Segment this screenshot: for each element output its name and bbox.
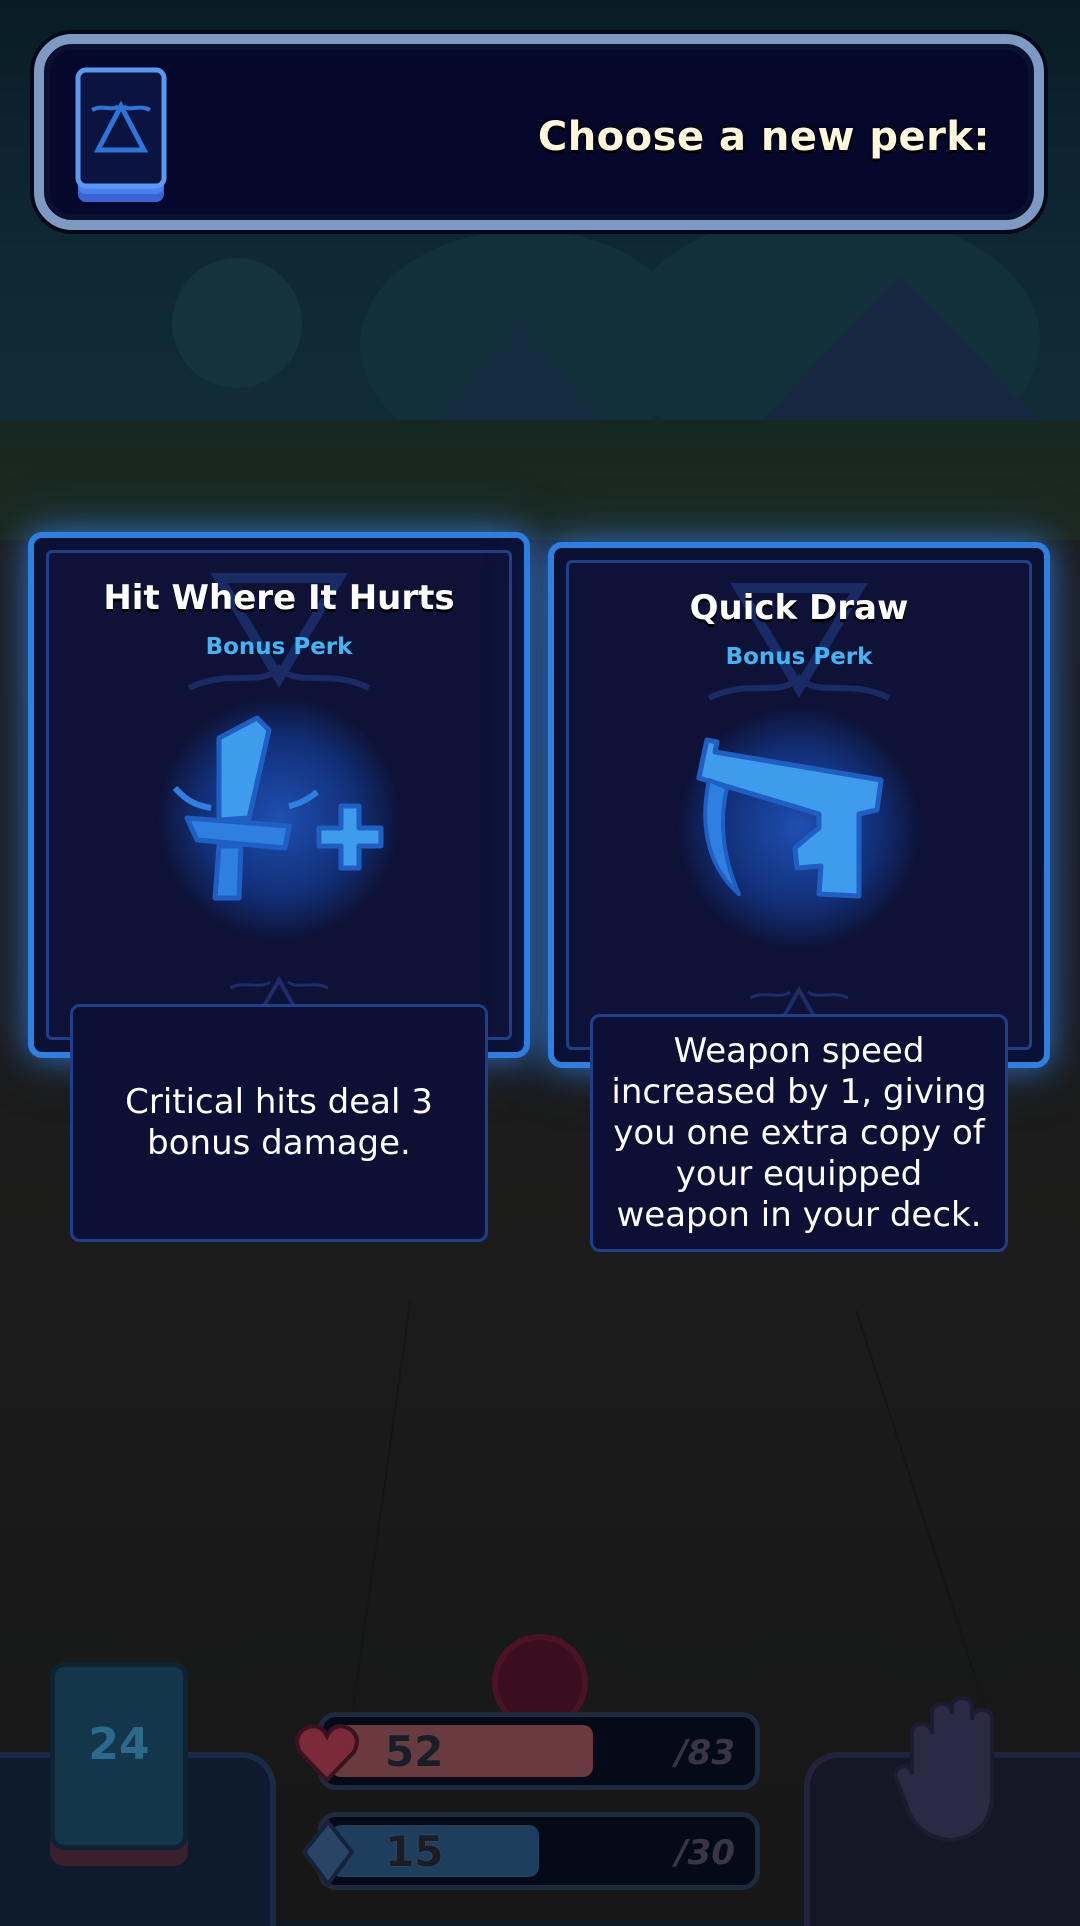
health-bar: 52 /83 [318,1712,760,1790]
health-max: /83 [675,1733,735,1773]
health-bar-fill [331,1725,593,1777]
draw-pile-button[interactable]: 24 [50,1662,188,1850]
perk-card-hit-where-it-hurts[interactable]: Hit Where It Hurts Bonus Perk Critical h… [28,532,530,1242]
card-description: Weapon speed increased by 1, giving you … [590,1014,1008,1252]
card-description: Critical hits deal 3 bonus damage. [70,1004,488,1242]
energy-bar: 15 /30 [318,1812,760,1890]
perk-banner: Choose a new perk: [34,34,1044,230]
banner-title: Choose a new perk: [537,114,990,160]
card-subtitle: Bonus Perk [205,634,353,660]
card-title: Quick Draw [689,588,909,628]
energy-max: /30 [675,1833,735,1873]
sword-plus-icon [172,715,384,901]
perk-card-quick-draw[interactable]: Quick Draw Bonus Perk Weapon speed incre… [548,542,1050,1252]
deck-icon [75,67,167,202]
hand-icon[interactable] [892,1694,1016,1844]
health-value: 52 [385,1727,444,1776]
deck-count: 24 [88,1719,150,1770]
card-art [669,708,929,948]
crystal-icon [301,1818,355,1888]
energy-value: 15 [385,1827,444,1876]
card-title: Hit Where It Hurts [103,578,455,618]
pistol-icon [696,737,884,899]
card-art [149,698,409,938]
heart-icon [295,1724,359,1783]
card-subtitle: Bonus Perk [725,644,873,670]
